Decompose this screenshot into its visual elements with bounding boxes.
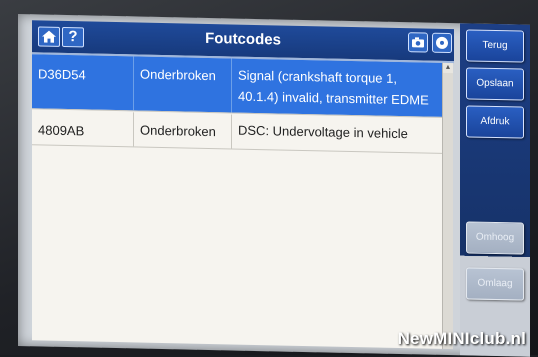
camera-icon[interactable] xyxy=(408,32,428,53)
page-title: Foutcodes xyxy=(205,29,281,49)
fault-status: Onderbroken xyxy=(134,112,232,149)
disc-icon[interactable] xyxy=(432,32,452,54)
vertical-scrollbar[interactable]: ▲ xyxy=(442,62,453,350)
fault-description: Signal (crankshaft torque 1, 40.1.4) inv… xyxy=(232,58,442,116)
fault-status: Onderbroken xyxy=(134,56,232,113)
scroll-up-arrow-icon[interactable]: ▲ xyxy=(443,62,453,74)
device-screen: ? Foutcodes D36D54 Onderbroken Signal (c… xyxy=(18,14,530,357)
fault-description-line: DSC: Undervoltage in vehicle xyxy=(238,122,408,142)
print-button[interactable]: Afdruk xyxy=(466,105,524,139)
back-button[interactable]: Terug xyxy=(466,29,524,63)
fault-code-table: D36D54 Onderbroken Signal (crankshaft to… xyxy=(32,54,442,349)
side-button-panel: Terug Opslaan Afdruk Omhoog Omlaag xyxy=(460,23,530,357)
fault-description: DSC: Undervoltage in vehicle xyxy=(232,114,442,152)
fault-description-line: 40.1.4) invalid, transmitter EDME xyxy=(238,88,429,108)
page-up-button[interactable]: Omhoog xyxy=(466,221,524,255)
page-down-button[interactable]: Omlaag xyxy=(466,267,524,301)
save-button[interactable]: Opslaan xyxy=(466,67,524,101)
fault-code: D36D54 xyxy=(32,54,134,111)
watermark: NewMINIclub.nl xyxy=(397,329,526,348)
table-row[interactable]: D36D54 Onderbroken Signal (crankshaft to… xyxy=(32,54,442,117)
fault-code: 4809AB xyxy=(32,110,134,147)
